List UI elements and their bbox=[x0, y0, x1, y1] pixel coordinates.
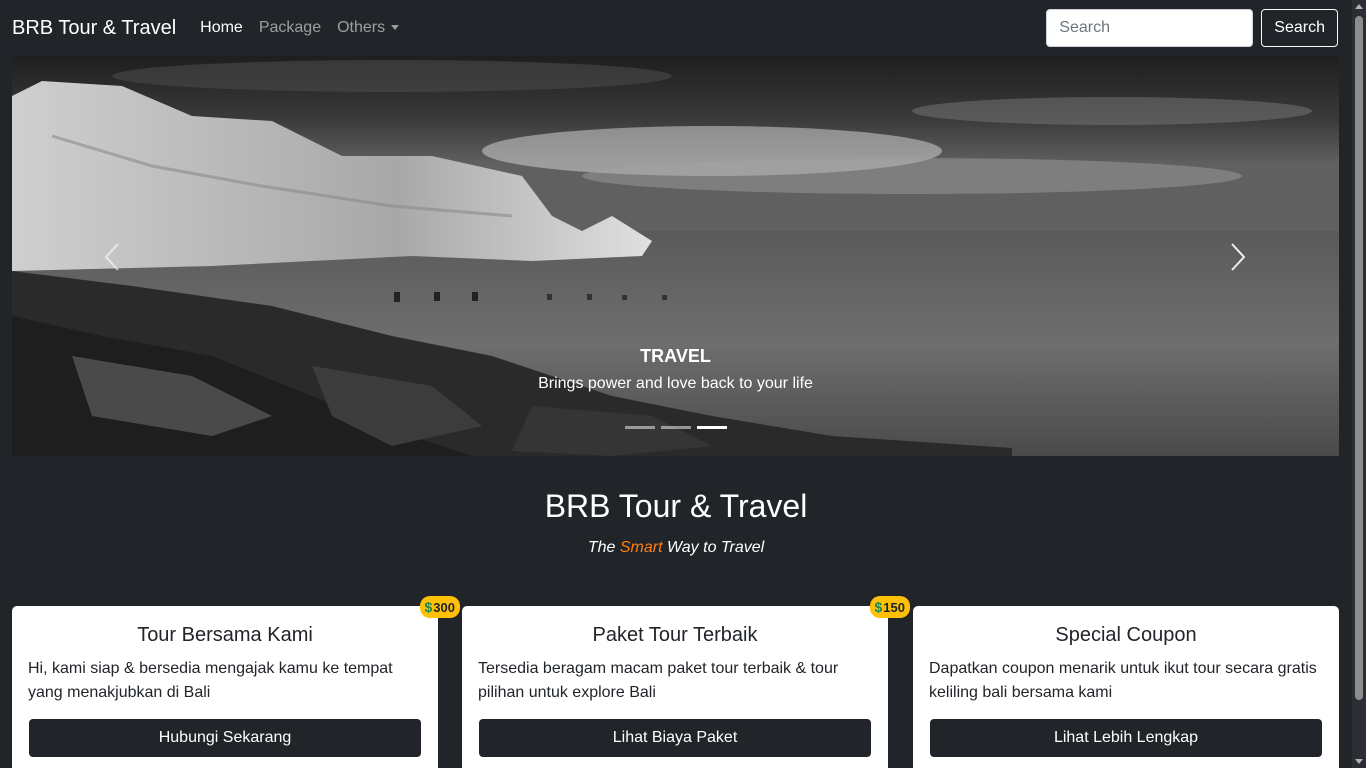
price-badge: $150 bbox=[869, 596, 910, 618]
nav-link-package[interactable]: Package bbox=[259, 19, 321, 37]
search-button[interactable]: Search bbox=[1261, 9, 1338, 47]
carousel-caption: TRAVEL Brings power and love back to you… bbox=[12, 346, 1339, 393]
tagline-accent: Smart bbox=[619, 539, 663, 556]
lihat-biaya-paket-button[interactable]: Lihat Biaya Paket bbox=[479, 719, 871, 757]
page-scrollbar[interactable] bbox=[1352, 0, 1366, 768]
hero-section: BRB Tour & Travel The Smart Way to Trave… bbox=[0, 488, 1352, 557]
caret-down-icon bbox=[391, 25, 400, 31]
carousel-prev-chevron-icon[interactable] bbox=[102, 242, 122, 272]
card-text: Dapatkan coupon menarik untuk ikut tour … bbox=[929, 660, 1317, 701]
card-text: Hi, kami siap & bersedia mengajak kamu k… bbox=[28, 660, 393, 701]
lihat-lebih-lengkap-button[interactable]: Lihat Lebih Lengkap bbox=[930, 719, 1322, 757]
card-title: Tour Bersama Kami bbox=[137, 624, 313, 646]
hubungi-sekarang-button[interactable]: Hubungi Sekarang bbox=[29, 719, 421, 757]
page-title: BRB Tour & Travel bbox=[544, 488, 808, 524]
dollar-icon: $ bbox=[874, 599, 883, 615]
scrollbar-thumb[interactable] bbox=[1355, 16, 1363, 700]
nav-dropdown-others[interactable]: Others bbox=[337, 19, 400, 37]
card-text: Tersedia beragam macam paket tour terbai… bbox=[478, 660, 839, 701]
card-paket-tour: $150 Paket Tour Terbaik Tersedia beragam… bbox=[462, 596, 910, 768]
card-title: Special Coupon bbox=[1055, 624, 1197, 646]
carousel-caption-text: Brings power and love back to your life bbox=[538, 375, 813, 392]
carousel-indicator-3[interactable] bbox=[696, 426, 727, 429]
navbar-brand[interactable]: BRB Tour & Travel bbox=[12, 17, 176, 40]
hero-carousel: TRAVEL Brings power and love back to you… bbox=[12, 56, 1339, 456]
price-badge-value: 150 bbox=[883, 599, 905, 615]
tagline-after: Way to Travel bbox=[662, 539, 765, 556]
scroll-up-arrow-icon[interactable] bbox=[1355, 4, 1363, 9]
carousel-caption-title: TRAVEL bbox=[640, 346, 711, 366]
nav-link-home[interactable]: Home bbox=[200, 19, 243, 37]
price-badge-value: 300 bbox=[433, 599, 455, 615]
tagline: The Smart Way to Travel bbox=[0, 539, 1352, 557]
search-form: Search bbox=[1046, 9, 1338, 47]
card-tour-bersama: $300 Tour Bersama Kami Hi, kami siap & b… bbox=[12, 596, 460, 768]
tagline-before: The bbox=[587, 539, 620, 556]
search-input[interactable] bbox=[1046, 9, 1254, 47]
scroll-down-arrow-icon[interactable] bbox=[1355, 759, 1363, 764]
dollar-icon: $ bbox=[424, 599, 433, 615]
carousel-indicator-1[interactable] bbox=[624, 426, 655, 429]
card-title: Paket Tour Terbaik bbox=[592, 624, 758, 646]
card-special-coupon: Special Coupon Dapatkan coupon menarik u… bbox=[913, 606, 1339, 768]
carousel-indicator-2[interactable] bbox=[660, 426, 691, 429]
nav-dropdown-label: Others bbox=[337, 19, 386, 36]
carousel-next-chevron-icon[interactable] bbox=[1228, 242, 1248, 272]
navbar: BRB Tour & Travel Home Package Others Se… bbox=[0, 0, 1352, 56]
coastal-cliff-image bbox=[12, 56, 1339, 456]
carousel-indicators bbox=[12, 426, 1339, 429]
price-badge: $300 bbox=[419, 596, 460, 618]
